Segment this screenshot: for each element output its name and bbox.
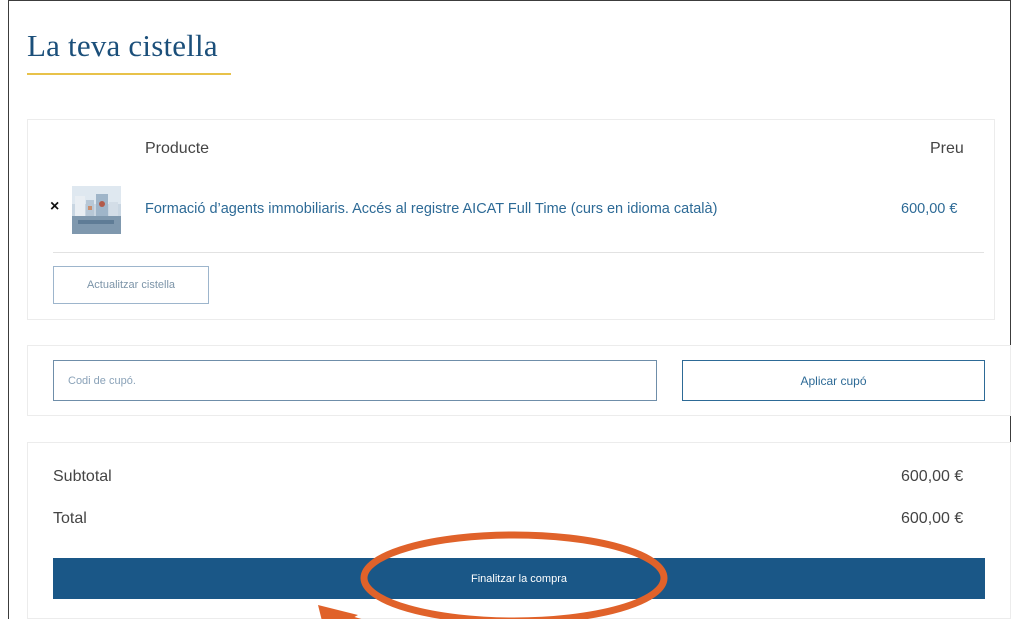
apply-coupon-button[interactable]: Aplicar cupó [682, 360, 985, 401]
product-price: 600,00 € [901, 201, 958, 217]
subtotal-label: Subtotal [53, 468, 112, 485]
column-header-price: Preu [930, 140, 964, 157]
total-label: Total [53, 510, 87, 527]
coupon-code-input[interactable] [53, 360, 657, 401]
page-title: La teva cistella [27, 28, 218, 63]
close-icon[interactable]: × [50, 199, 64, 215]
product-name-link[interactable]: Formació d’agents immobiliaris. Accés al… [145, 201, 717, 217]
title-underline [27, 73, 231, 75]
column-header-product: Producte [145, 140, 210, 157]
row-divider [53, 252, 984, 253]
product-thumbnail[interactable] [72, 186, 121, 234]
subtotal-value: 600,00 € [901, 468, 964, 485]
total-value: 600,00 € [901, 510, 964, 527]
checkout-button[interactable]: Finalitzar la compra [53, 558, 985, 599]
update-cart-button[interactable]: Actualitzar cistella [53, 266, 209, 304]
